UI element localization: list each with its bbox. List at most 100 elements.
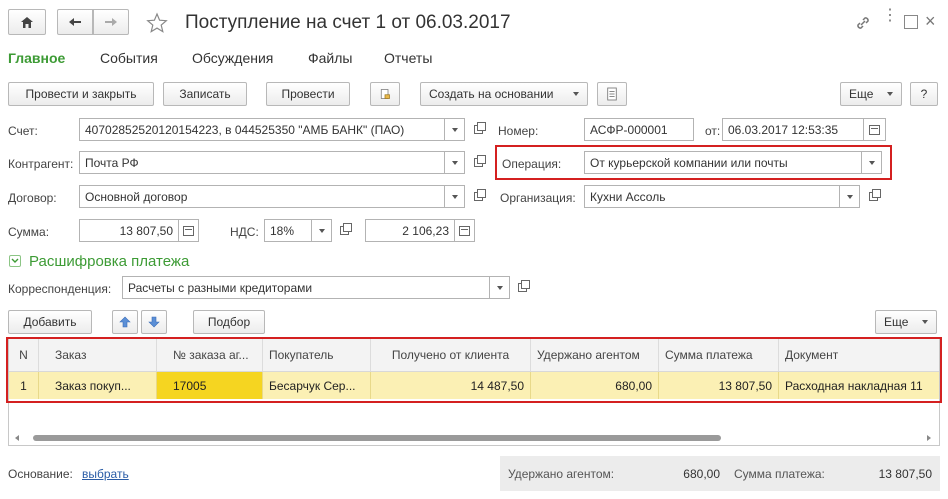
organization-open-button[interactable] [863, 185, 883, 208]
arrow-right-icon [105, 18, 117, 26]
cell-received-from-client[interactable]: 14 487,50 [371, 372, 531, 399]
pick-button[interactable]: Подбор [193, 310, 265, 334]
cell-buyer[interactable]: Бесарчук Сер... [263, 372, 371, 399]
tab-files[interactable]: Файлы [308, 50, 352, 66]
operation-dropdown-button[interactable] [862, 151, 882, 174]
correspondence-open-button[interactable] [512, 276, 532, 299]
print-button[interactable] [370, 82, 400, 106]
column-header-agent-order-number[interactable]: № заказа аг... [157, 339, 263, 371]
vat-rate-field[interactable]: 18% [264, 219, 312, 242]
date-field[interactable]: 06.03.2017 12:53:35 [722, 118, 864, 141]
calendar-icon [869, 124, 880, 135]
more-button[interactable]: Еще [840, 82, 902, 106]
cell-n: 1 [9, 372, 39, 399]
open-form-icon [339, 223, 352, 235]
cell-payment-sum[interactable]: 13 807,50 [659, 372, 779, 399]
chevron-down-icon [318, 228, 325, 233]
favorite-star-icon[interactable] [146, 12, 168, 34]
open-form-icon [517, 280, 530, 292]
open-form-icon [473, 122, 486, 134]
save-button[interactable]: Записать [163, 82, 247, 106]
scrollbar-thumb[interactable] [33, 435, 721, 441]
column-header-withheld-by-agent[interactable]: Удержано агентом [531, 339, 659, 371]
organization-dropdown-button[interactable] [840, 185, 860, 208]
column-header-payment-sum[interactable]: Сумма платежа [659, 339, 779, 371]
post-and-close-button[interactable]: Провести и закрыть [8, 82, 154, 106]
post-button[interactable]: Провести [266, 82, 350, 106]
cell-order[interactable]: Заказ покуп... [39, 372, 157, 399]
contract-open-button[interactable] [468, 185, 488, 208]
back-button[interactable] [57, 9, 93, 35]
create-based-on-label: Создать на основании [429, 87, 554, 101]
organization-label: Организация: [500, 191, 576, 205]
vat-rate-dropdown-button[interactable] [312, 219, 332, 242]
number-field[interactable]: АСФР-000001 [584, 118, 694, 141]
vat-amount-field[interactable]: 2 106,23 [365, 219, 455, 242]
column-header-document[interactable]: Документ [779, 339, 939, 371]
add-row-button[interactable]: Добавить [8, 310, 92, 334]
counterparty-label: Контрагент: [8, 157, 74, 171]
maximize-icon[interactable] [904, 15, 918, 29]
open-form-icon [868, 189, 881, 201]
tab-reports[interactable]: Отчеты [384, 50, 432, 66]
contract-field[interactable]: Основной договор [79, 185, 445, 208]
basis-select-link[interactable]: выбрать [82, 467, 129, 481]
payment-table: N Заказ № заказа аг... Покупатель Получе… [8, 338, 940, 446]
account-open-button[interactable] [468, 118, 488, 141]
horizontal-scrollbar[interactable] [15, 435, 933, 441]
vat-rate-open-button[interactable] [334, 219, 354, 242]
chevron-down-icon [451, 160, 458, 165]
link-icon[interactable] [855, 15, 871, 31]
more-dots-icon[interactable]: ⋮ [882, 8, 898, 33]
basis-label: Основание: [8, 467, 73, 481]
document-print-icon [380, 89, 390, 99]
table-header: N Заказ № заказа аг... Покупатель Получе… [9, 339, 939, 372]
table-row[interactable]: 1 Заказ покуп... 17005 Бесарчук Сер... 1… [9, 372, 939, 399]
close-icon[interactable]: × [925, 11, 941, 31]
home-button[interactable] [8, 9, 46, 35]
contract-dropdown-button[interactable] [445, 185, 465, 208]
date-picker-button[interactable] [864, 118, 886, 141]
forward-button[interactable] [93, 9, 129, 35]
sum-calculator-button[interactable] [179, 219, 199, 242]
chevron-down-icon [573, 92, 579, 96]
vat-calculator-button[interactable] [455, 219, 475, 242]
tab-events[interactable]: События [100, 50, 158, 66]
tab-discussions[interactable]: Обсуждения [192, 50, 273, 66]
move-down-button[interactable] [141, 310, 167, 334]
arrow-left-icon [69, 18, 81, 26]
tab-main[interactable]: Главное [8, 50, 65, 66]
cell-withheld-by-agent[interactable]: 680,00 [531, 372, 659, 399]
table-more-button[interactable]: Еще [875, 310, 937, 334]
account-dropdown-button[interactable] [445, 118, 465, 141]
counterparty-dropdown-button[interactable] [445, 151, 465, 174]
scroll-left-arrow-icon[interactable] [15, 435, 19, 441]
correspondence-field[interactable]: Расчеты с разными кредиторами [122, 276, 490, 299]
column-header-buyer[interactable]: Покупатель [263, 339, 371, 371]
counterparty-open-button[interactable] [468, 151, 488, 174]
column-header-received-from-client[interactable]: Получено от клиента [371, 339, 531, 371]
create-based-on-button[interactable]: Создать на основании [420, 82, 588, 106]
structure-button[interactable] [597, 82, 627, 106]
column-header-n[interactable]: N [9, 339, 39, 371]
section-title[interactable]: Расшифровка платежа [29, 253, 189, 270]
sum-field[interactable]: 13 807,50 [79, 219, 179, 242]
payment-total-value: 13 807,50 [878, 467, 932, 481]
contract-label: Договор: [8, 191, 57, 205]
organization-field[interactable]: Кухни Ассоль [584, 185, 840, 208]
section-collapse-toggle[interactable] [9, 255, 21, 267]
cell-document[interactable]: Расходная накладная 11 [779, 372, 939, 399]
move-up-button[interactable] [112, 310, 138, 334]
counterparty-field[interactable]: Почта РФ [79, 151, 445, 174]
cell-agent-order-number[interactable]: 17005 [157, 372, 263, 399]
table-more-label: Еще [884, 315, 909, 329]
column-header-order[interactable]: Заказ [39, 339, 157, 371]
account-field[interactable]: 40702852520120154223, в 044525350 "АМБ Б… [79, 118, 445, 141]
vat-label: НДС: [230, 225, 259, 239]
correspondence-dropdown-button[interactable] [490, 276, 510, 299]
calculator-icon [459, 225, 470, 236]
operation-field[interactable]: От курьерской компании или почты [584, 151, 862, 174]
scroll-right-arrow-icon[interactable] [927, 435, 931, 441]
chevron-down-icon [451, 127, 458, 132]
help-button[interactable]: ? [910, 82, 938, 106]
